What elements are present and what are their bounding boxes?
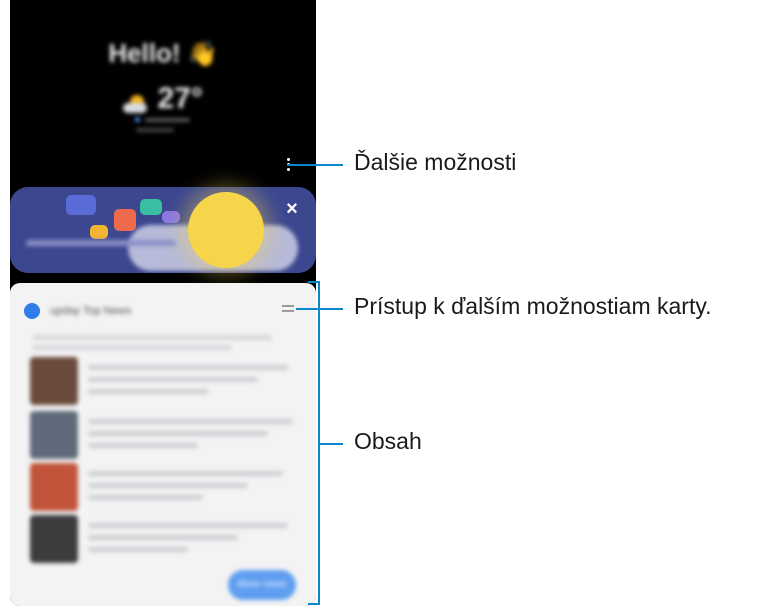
weather-detail-placeholder: [136, 128, 174, 132]
news-item[interactable]: [20, 357, 310, 409]
card-title: upday Top News: [50, 305, 132, 317]
greeting-title: Hello! 👋: [10, 38, 316, 69]
callout-line-content: [320, 443, 343, 445]
location-text-placeholder: [145, 118, 190, 122]
news-headline: [88, 523, 288, 528]
music-icon: [162, 211, 180, 223]
news-headline: [88, 535, 238, 540]
callout-more-options: Ďalšie možnosti: [354, 149, 517, 175]
news-headline: [88, 419, 293, 424]
more-news-button[interactable]: More news: [228, 570, 296, 600]
news-headline: [88, 377, 258, 382]
news-headline: [88, 483, 248, 488]
weather-widget[interactable]: 27°: [10, 82, 316, 116]
news-thumbnail: [30, 357, 78, 405]
location-info: [135, 117, 195, 123]
phone-screen: Hello! 👋 27° × upday Top News More news: [10, 0, 316, 606]
callout-content: Obsah: [354, 428, 422, 454]
news-icon: [114, 209, 136, 231]
partly-cloudy-icon: [123, 94, 149, 113]
banner-tile: [66, 195, 96, 215]
news-item[interactable]: [20, 463, 310, 515]
temperature: 27°: [157, 82, 203, 115]
smiling-sun-icon: [188, 192, 264, 268]
news-thumbnail: [30, 515, 78, 563]
close-icon[interactable]: ×: [282, 198, 302, 221]
news-card[interactable]: upday Top News More news: [10, 283, 316, 606]
callout-bracket-bottom: [308, 603, 320, 605]
promo-banner[interactable]: [10, 187, 316, 273]
waving-hand-icon: 👋: [187, 41, 218, 68]
news-source: [88, 495, 203, 500]
upday-logo-icon: [24, 303, 40, 319]
greeting-text: Hello!: [108, 38, 181, 68]
news-headline: [88, 431, 268, 436]
card-menu-icon[interactable]: [282, 305, 294, 313]
news-thumbnail: [30, 411, 78, 459]
news-headline: [88, 471, 283, 476]
news-item[interactable]: [20, 515, 310, 567]
news-source: [88, 443, 198, 448]
news-source: [88, 547, 188, 552]
play-icon: [90, 225, 108, 239]
news-item[interactable]: [20, 411, 310, 463]
callout-line-more-options: [287, 164, 343, 166]
news-headline: [88, 365, 288, 370]
callout-card-options: Prístup k ďalším možnostiam karty.: [354, 293, 712, 319]
news-source: [88, 389, 208, 394]
video-icon: [140, 199, 162, 215]
card-intro-line: [32, 335, 272, 340]
card-intro-line: [32, 345, 232, 350]
location-pin-icon: [135, 117, 140, 122]
news-thumbnail: [30, 463, 78, 511]
banner-tip-text: [26, 240, 176, 246]
